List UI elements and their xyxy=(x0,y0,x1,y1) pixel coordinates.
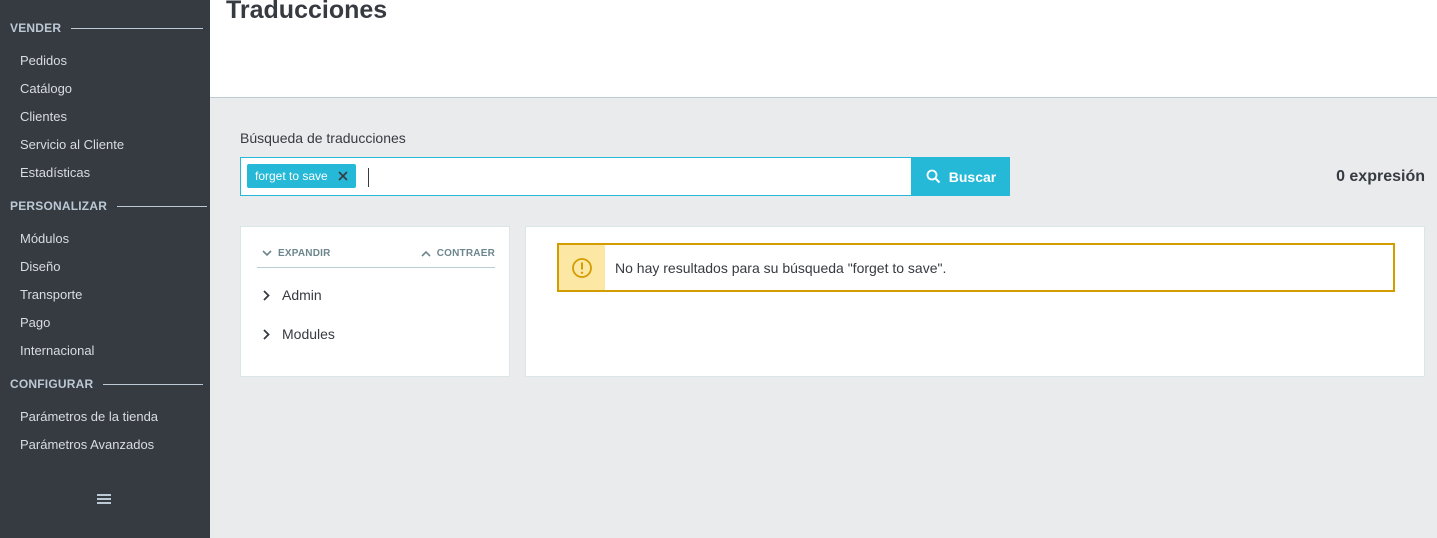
results-panel: No hay resultados para su búsqueda "forg… xyxy=(525,226,1425,377)
search-button[interactable]: Buscar xyxy=(912,157,1010,196)
page-title: Traducciones xyxy=(226,0,388,24)
section-title-vender: VENDER xyxy=(10,21,204,35)
search-field[interactable]: forget to save xyxy=(240,157,912,196)
tree-node-admin[interactable]: Admin xyxy=(263,287,322,303)
close-icon[interactable] xyxy=(338,171,348,181)
sidebar-item-modulos[interactable]: Módulos xyxy=(20,231,69,246)
alert-icon-box xyxy=(559,245,605,290)
no-results-alert: No hay resultados para su búsqueda "forg… xyxy=(557,243,1395,292)
search-input[interactable] xyxy=(371,162,905,193)
chevron-down-icon xyxy=(262,250,272,257)
sidebar-item-catalogo[interactable]: Catálogo xyxy=(20,81,72,96)
search-icon xyxy=(926,169,940,184)
search-button-label: Buscar xyxy=(948,168,997,185)
warning-icon xyxy=(572,257,592,278)
page-header: Traducciones xyxy=(210,0,1437,98)
search-tag-label: forget to save xyxy=(255,169,328,183)
sidebar-item-diseno[interactable]: Diseño xyxy=(20,259,60,274)
expression-count: 0 expresión xyxy=(1336,168,1425,185)
sidebar-item-transporte[interactable]: Transporte xyxy=(20,287,82,302)
tree-node-modules[interactable]: Modules xyxy=(263,326,335,342)
section-title-configurar: CONFIGURAR xyxy=(10,377,204,391)
sidebar: VENDER Pedidos Catálogo Clientes Servici… xyxy=(0,0,210,538)
search-tag: forget to save xyxy=(247,164,356,188)
chevron-right-icon xyxy=(263,289,270,301)
chevron-right-icon xyxy=(263,328,270,340)
section-title-personalizar: PERSONALIZAR xyxy=(10,199,208,213)
sidebar-item-estadisticas[interactable]: Estadísticas xyxy=(20,165,90,180)
sidebar-item-parametros-tienda[interactable]: Parámetros de la tienda xyxy=(20,409,158,424)
sidebar-item-pago[interactable]: Pago xyxy=(20,315,50,330)
text-cursor xyxy=(368,168,369,187)
section-divider xyxy=(103,383,204,385)
expand-all-button[interactable]: EXPANDIR xyxy=(262,248,331,259)
section-divider xyxy=(117,205,208,207)
alert-message: No hay resultados para su búsqueda "forg… xyxy=(615,259,947,276)
search-label: Búsqueda de traducciones xyxy=(240,130,406,146)
chevron-up-icon xyxy=(421,250,431,257)
sidebar-item-parametros-avanzados[interactable]: Parámetros Avanzados xyxy=(20,437,154,452)
translation-tree-panel: EXPANDIR CONTRAER Admin Modules xyxy=(240,226,510,377)
sidebar-item-internacional[interactable]: Internacional xyxy=(20,343,94,358)
sidebar-item-clientes[interactable]: Clientes xyxy=(20,109,67,124)
hamburger-icon[interactable] xyxy=(97,494,111,506)
tree-actions: EXPANDIR CONTRAER xyxy=(257,241,495,268)
sidebar-item-pedidos[interactable]: Pedidos xyxy=(20,53,67,68)
collapse-all-button[interactable]: CONTRAER xyxy=(421,248,495,259)
sidebar-item-servicio-al-cliente[interactable]: Servicio al Cliente xyxy=(20,137,124,152)
section-divider xyxy=(71,27,204,29)
